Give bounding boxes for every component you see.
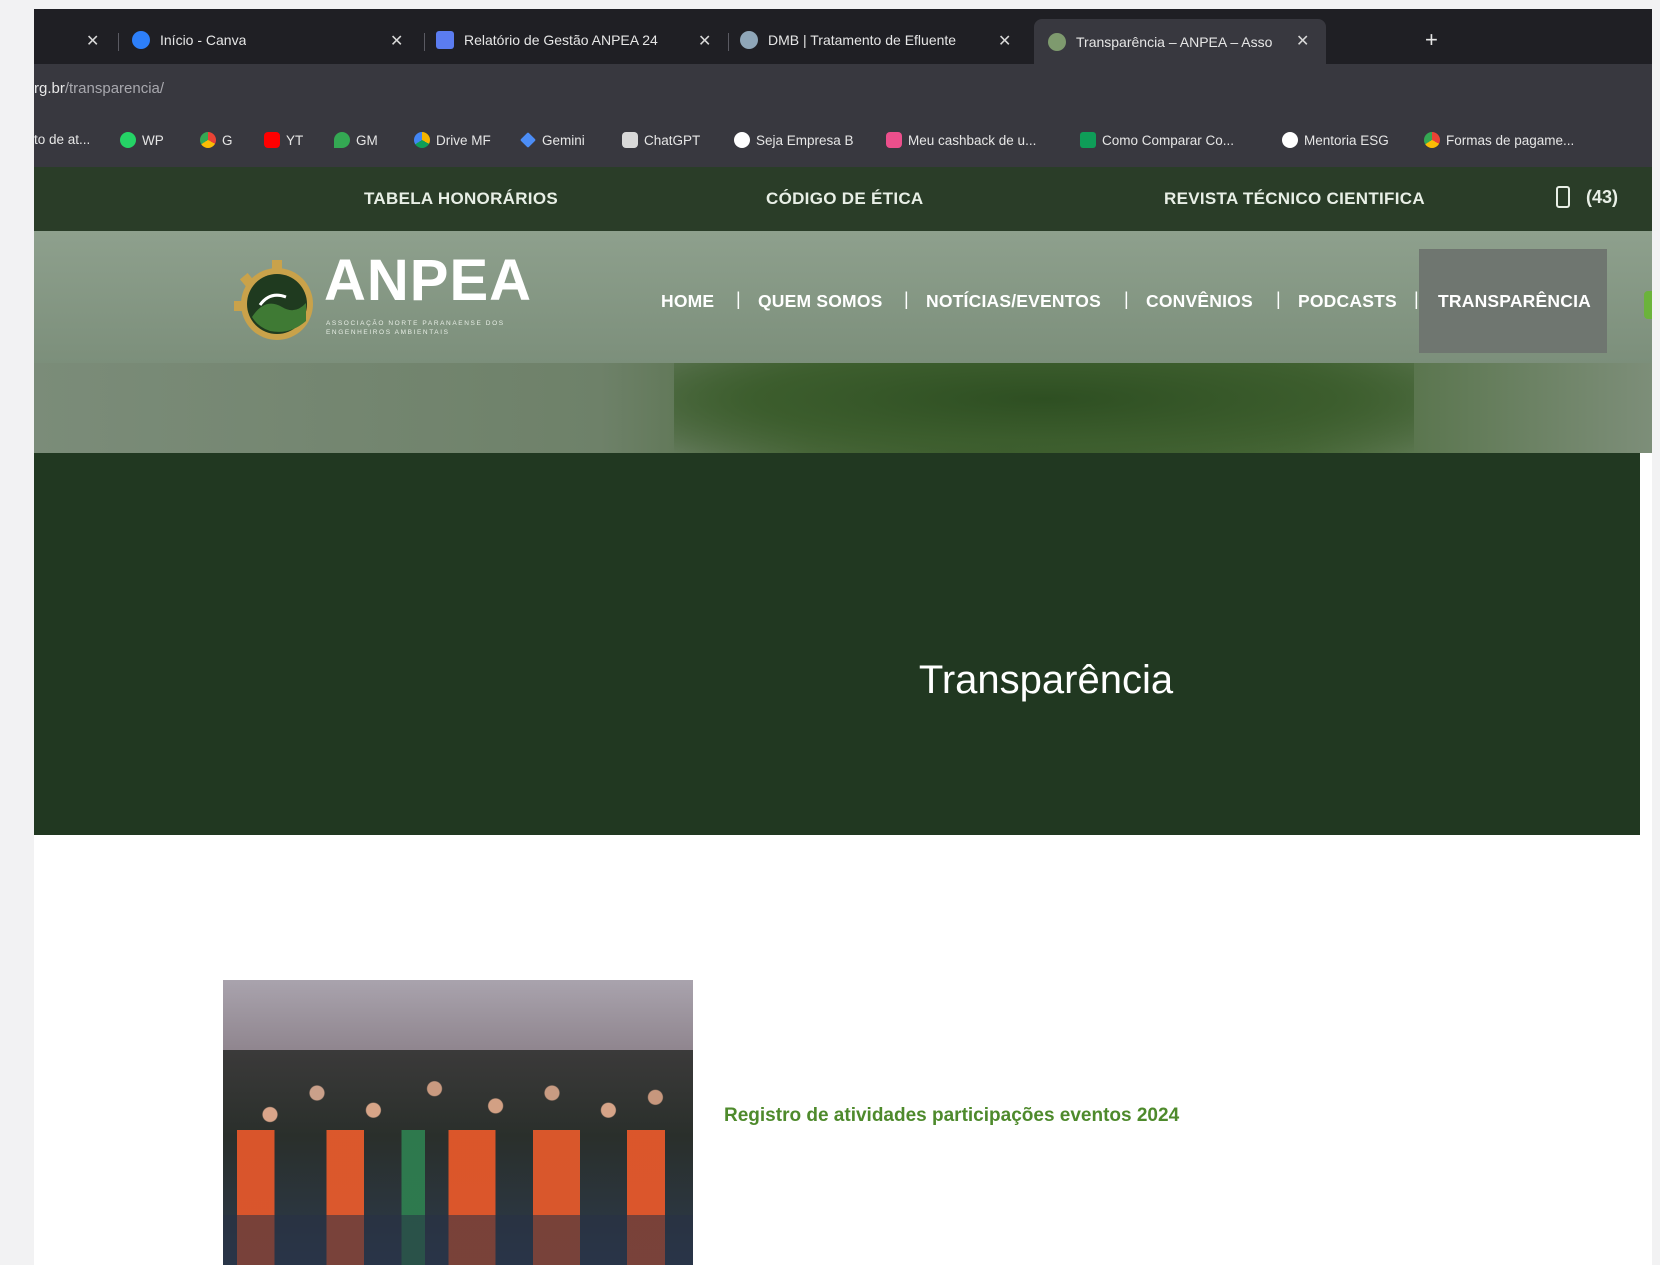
nav-convenios[interactable]: CONVÊNIOS [1146, 291, 1253, 312]
tab-dmb[interactable]: DMB | Tratamento de Efluente ✕ [740, 21, 1038, 59]
tab-transparencia[interactable]: Transparência – ANPEA – Asso ✕ [1034, 19, 1326, 64]
close-tab-icon[interactable]: ✕ [1296, 31, 1309, 51]
url-field[interactable]: rg.br/transparencia/ [34, 80, 164, 97]
nav-home[interactable]: HOME [661, 291, 714, 312]
bookmark-item[interactable]: Drive MF [414, 132, 491, 148]
google-drive-icon [414, 132, 430, 148]
nav-separator: | [1124, 289, 1129, 309]
anpea-logo-icon[interactable] [230, 255, 320, 345]
bookmark-item[interactable]: Como Comparar Co... [1080, 132, 1234, 148]
codigo-de-etica-link[interactable]: CÓDIGO DE ÉTICA [766, 189, 924, 209]
bookmark-label: Formas de pagame... [1446, 132, 1575, 148]
nav-separator: | [736, 289, 741, 309]
phone-icon [1556, 186, 1570, 208]
event-photo[interactable] [223, 980, 693, 1265]
brand-subtitle: ASSOCIAÇÃO NORTE PARANAENSE DOS ENGENHEI… [326, 320, 505, 336]
nav-quem-somos[interactable]: QUEM SOMOS [758, 291, 883, 312]
tab-title: Relatório de Gestão ANPEA 24 [464, 32, 658, 48]
google-maps-icon [334, 132, 350, 148]
brand-name[interactable]: ANPEA [324, 247, 532, 314]
tree-image [674, 363, 1414, 453]
bookmark-label: YT [286, 132, 304, 148]
tab-title: DMB | Tratamento de Efluente [768, 32, 957, 48]
site-topbar: TABELA HONORÁRIOS CÓDIGO DE ÉTICA REVIST… [34, 167, 1652, 231]
gemini-icon [520, 132, 536, 148]
bookmark-item[interactable]: Meu cashback de u... [886, 132, 1036, 148]
bookmark-label: ChatGPT [644, 132, 701, 148]
chatgpt-icon [622, 132, 638, 148]
tab-partial[interactable]: ✕ [34, 21, 114, 59]
tab-separator [728, 33, 729, 51]
url-path: /transparencia/ [64, 80, 165, 97]
nav-transparencia[interactable]: TRANSPARÊNCIA [1438, 291, 1591, 312]
tab-separator [424, 33, 425, 51]
whatsapp-icon [120, 132, 136, 148]
revista-link[interactable]: REVISTA TÉCNICO CIENTIFICA [1164, 189, 1425, 209]
close-tab-icon[interactable]: ✕ [998, 31, 1011, 51]
anpea-favicon-icon [1048, 32, 1066, 51]
bookmark-item[interactable]: WP [120, 132, 164, 148]
bookmark-item[interactable]: G [200, 132, 233, 148]
bookmark-item[interactable]: YT [264, 132, 303, 148]
main-content: Registro de atividades participações eve… [34, 835, 1652, 1265]
close-tab-icon[interactable]: ✕ [698, 31, 711, 51]
new-tab-icon[interactable]: + [1425, 27, 1438, 53]
spreadsheet-icon [1080, 132, 1096, 148]
bookmark-item[interactable]: GM [334, 132, 378, 148]
whatsapp-float-edge[interactable] [1644, 291, 1652, 319]
globe-icon [1282, 132, 1298, 148]
page-hero: Transparência [34, 453, 1640, 835]
close-tab-icon[interactable]: ✕ [390, 31, 403, 51]
post-link[interactable]: Registro de atividades participações eve… [724, 1105, 1179, 1127]
nav-separator: | [1276, 289, 1281, 309]
nav-separator: | [904, 289, 909, 309]
bookmark-item[interactable]: to de at... [34, 132, 90, 147]
header-background-image [34, 363, 1652, 453]
bookmarks-bar: to de at... WP G YT GM Drive MF Gemini C… [34, 118, 1652, 168]
page-title: Transparência [918, 658, 1174, 702]
bookmark-label: Meu cashback de u... [908, 132, 1037, 148]
bookmark-label: WP [142, 132, 164, 148]
dmb-icon [740, 31, 758, 49]
close-tab-icon[interactable]: ✕ [86, 31, 99, 51]
nav-podcasts[interactable]: PODCASTS [1298, 291, 1397, 312]
tab-separator [118, 33, 119, 51]
tab-canva[interactable]: Início - Canva ✕ [132, 21, 422, 59]
url-domain: rg.br [34, 80, 65, 97]
bookmark-label: Drive MF [436, 132, 491, 148]
canva-icon [132, 31, 150, 49]
bookmark-label: Gemini [542, 132, 585, 148]
youtube-icon [264, 132, 280, 148]
tab-title: Transparência – ANPEA – Asso [1076, 33, 1273, 50]
bookmark-item[interactable]: Gemini [520, 132, 585, 148]
tab-strip: ✕ Início - Canva ✕ Relatório de Gestão A… [34, 9, 1652, 64]
bookmark-label: Seja Empresa B [756, 132, 854, 148]
bookmark-item[interactable]: Seja Empresa B [734, 132, 854, 148]
bookmark-label: GM [356, 132, 378, 148]
bookmark-label: G [222, 132, 233, 148]
photo-bottom [223, 1215, 693, 1265]
browser-window: ✕ Início - Canva ✕ Relatório de Gestão A… [34, 9, 1652, 1265]
bookmark-item[interactable]: Mentoria ESG [1282, 132, 1389, 148]
phone-number[interactable]: (43) [1586, 187, 1618, 208]
tab-relatorio[interactable]: Relatório de Gestão ANPEA 24 ✕ [436, 21, 726, 59]
bookmark-item[interactable]: ChatGPT [622, 132, 700, 148]
bookmark-label: Mentoria ESG [1304, 132, 1389, 148]
nav-separator: | [1414, 289, 1419, 309]
tabela-honorarios-link[interactable]: TABELA HONORÁRIOS [364, 189, 558, 209]
cashback-icon [886, 132, 902, 148]
chrome-icon [200, 132, 216, 148]
bookmark-item[interactable]: Formas de pagame... [1424, 132, 1574, 148]
chrome-icon [1424, 132, 1440, 148]
tab-title: Início - Canva [160, 32, 247, 48]
document-icon [436, 31, 454, 49]
globe-icon [734, 132, 750, 148]
bookmark-label: Como Comparar Co... [1102, 132, 1235, 148]
nav-noticias-eventos[interactable]: NOTÍCIAS/EVENTOS [926, 291, 1101, 312]
site-navbar: ANPEA ASSOCIAÇÃO NORTE PARANAENSE DOS EN… [34, 231, 1652, 363]
address-bar: rg.br/transparencia/ [34, 64, 1652, 118]
bookmark-label: to de at... [34, 132, 91, 147]
